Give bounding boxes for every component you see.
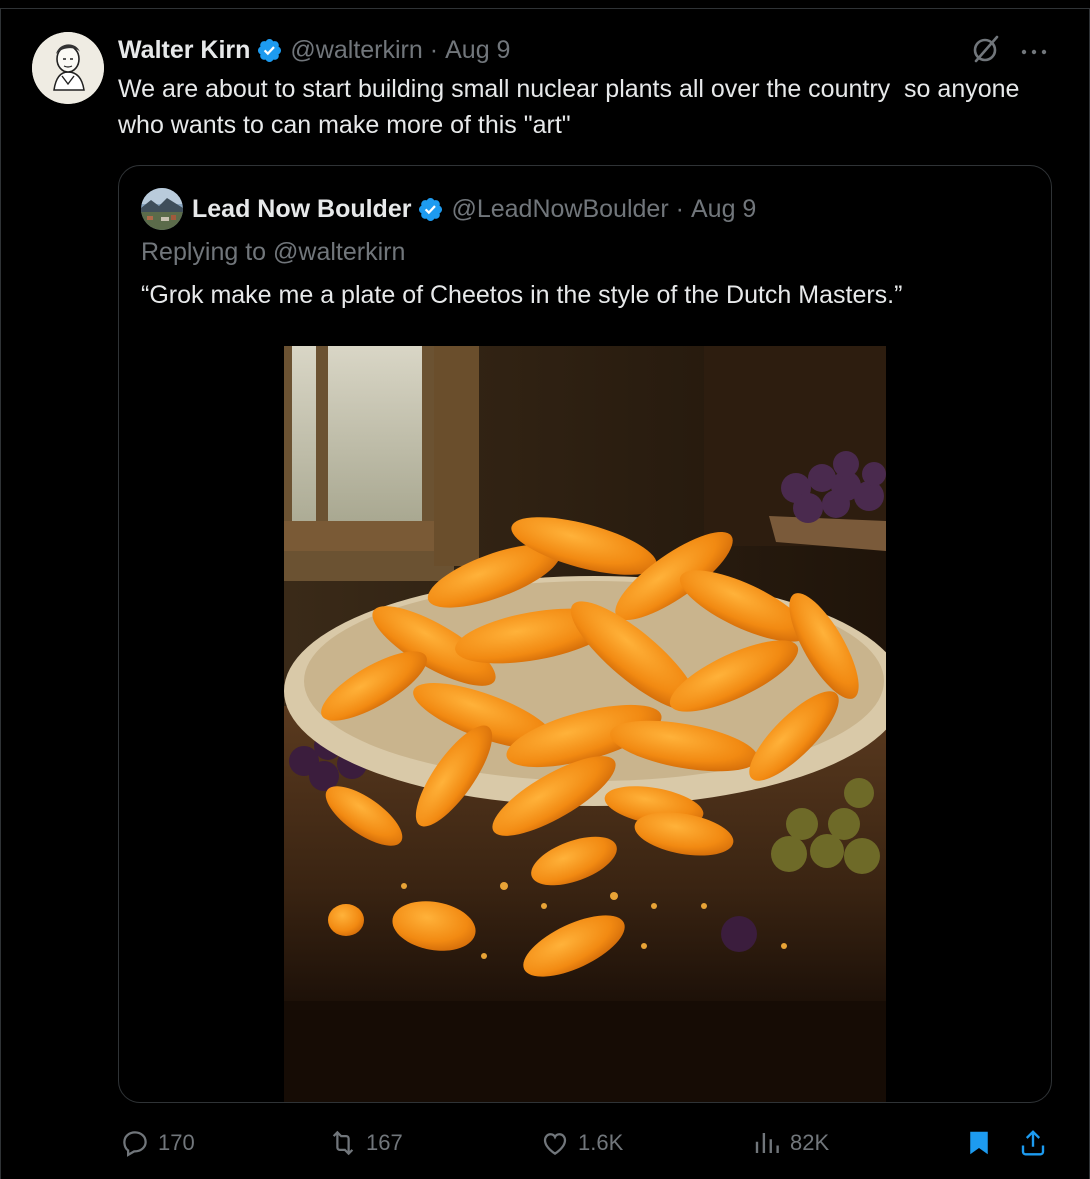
reply-button[interactable]: 170	[120, 1120, 195, 1166]
quote-image[interactable]	[284, 346, 904, 1102]
views-count: 82K	[790, 1130, 830, 1155]
verified-icon[interactable]	[417, 196, 444, 223]
quote-author-handle[interactable]: @LeadNowBoulder	[451, 195, 668, 224]
author-handle[interactable]: @walterkirn	[290, 36, 422, 65]
tweet-text: We are about to start building small nuc…	[118, 75, 1027, 139]
repost-button[interactable]: 167	[328, 1120, 403, 1166]
reply-count: 170	[158, 1130, 195, 1155]
replying-to-handle[interactable]: @walterkirn	[273, 238, 405, 266]
more-icon[interactable]	[1018, 44, 1050, 55]
separator: ·	[429, 35, 439, 64]
quote-header: Lead Now Boulder @LeadNowBoulder · Aug 9	[192, 190, 756, 228]
verified-icon[interactable]	[256, 37, 283, 64]
repost-icon	[332, 1130, 354, 1156]
like-button[interactable]: 1.6K	[540, 1120, 623, 1166]
tweet-header: Walter Kirn @walterkirn · Aug 9	[118, 33, 510, 67]
share-icon	[1021, 1130, 1045, 1156]
replying-prefix: Replying to	[141, 238, 267, 266]
like-count: 1.6K	[578, 1130, 624, 1155]
replying-to: Replying to @walterkirn	[141, 238, 405, 267]
author-name[interactable]: Walter Kirn	[118, 36, 250, 65]
bookmark-icon	[970, 1131, 988, 1155]
quoted-tweet[interactable]: Lead Now Boulder @LeadNowBoulder · Aug 9…	[118, 165, 1052, 1103]
grok-icon[interactable]	[970, 33, 1002, 65]
bookmark-button[interactable]	[964, 1120, 1002, 1166]
views-icon	[755, 1133, 779, 1153]
action-bar: 170 167 1.6K 82K	[0, 1120, 1090, 1166]
like-icon	[543, 1133, 567, 1155]
avatar[interactable]	[32, 32, 104, 104]
repost-count: 167	[366, 1130, 403, 1155]
quote-author-name[interactable]: Lead Now Boulder	[192, 195, 411, 224]
views-button[interactable]: 82K	[752, 1120, 829, 1166]
share-button[interactable]	[1018, 1120, 1056, 1166]
separator: ·	[675, 194, 684, 223]
tweet-date[interactable]: Aug 9	[445, 36, 510, 65]
reply-icon	[123, 1131, 147, 1157]
quote-date[interactable]: Aug 9	[691, 195, 756, 224]
quote-text: “Grok make me a plate of Cheetos in the …	[141, 281, 903, 309]
quote-avatar[interactable]	[141, 188, 183, 230]
